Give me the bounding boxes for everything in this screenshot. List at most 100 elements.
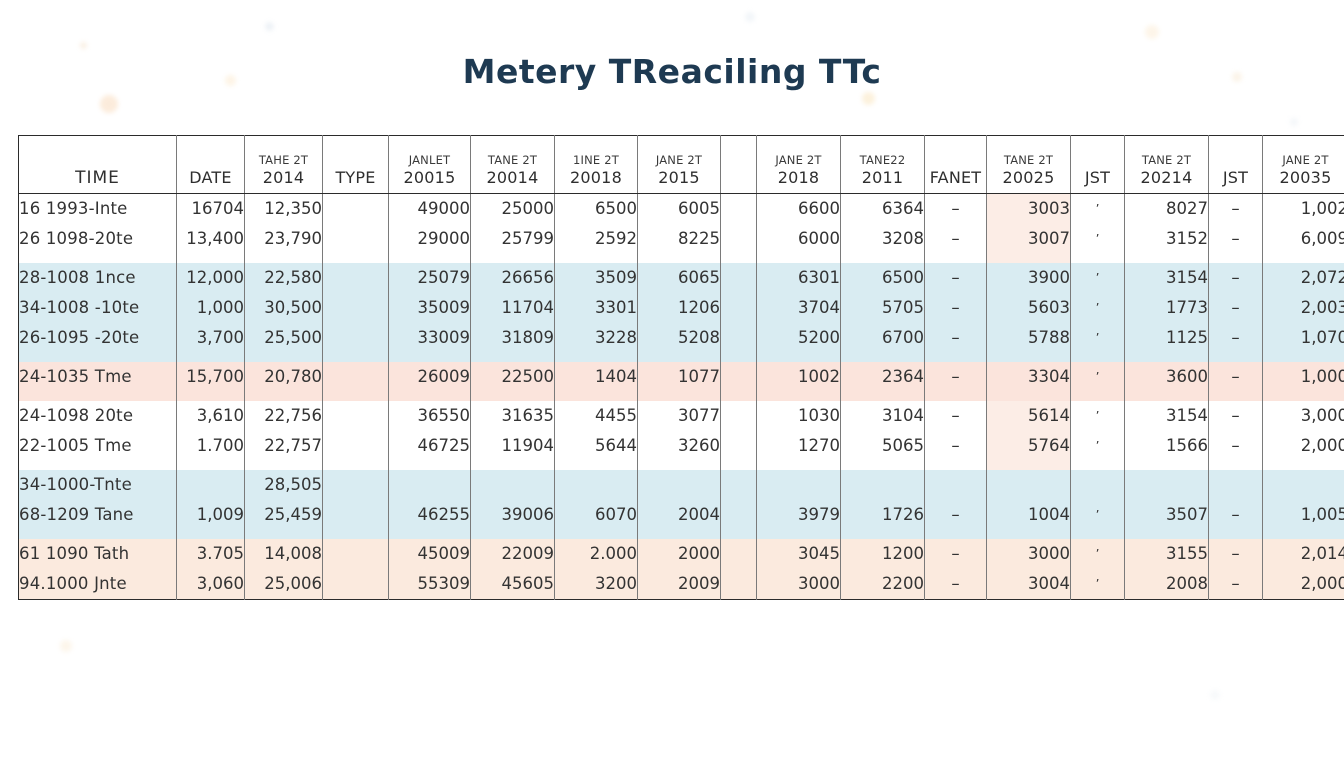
table-cell: – — [1208, 401, 1263, 431]
column-header-2011[interactable]: TANE22 2011 — [840, 135, 925, 194]
table-cell: 25,500 — [244, 323, 323, 353]
column-header-20018[interactable]: 1INE 2T 20018 — [554, 135, 638, 194]
table-cell: 6,009 — [1262, 224, 1344, 254]
spacer-cell — [1208, 530, 1263, 539]
spacer-cell — [554, 254, 638, 263]
column-header-top-label: JANE 2T — [775, 152, 822, 167]
table-cell: 5644 — [554, 431, 638, 461]
table-row[interactable]: 22-1005 Tme 1.700 22,757 46725 11904 5644 3260… — [18, 431, 1344, 461]
column-header-jst[interactable]: JST — [1070, 135, 1125, 194]
column-header-date[interactable]: DATE — [176, 135, 245, 194]
spacer-cell — [986, 530, 1071, 539]
table-cell: 3.705 — [176, 539, 245, 569]
spacer-cell — [1124, 530, 1209, 539]
table-cell: 3228 — [554, 323, 638, 353]
table-cell — [322, 193, 389, 224]
column-header-label: 2014 — [262, 167, 305, 187]
spacer-cell — [637, 392, 721, 401]
table-cell: 23,790 — [244, 224, 323, 254]
table-row[interactable]: 26-1095 -20te 3,700 25,500 33009 31809 3228 52… — [18, 323, 1344, 353]
page-root: Metery TReaciling TTc TIME DATE TAHE 2T 201… — [0, 0, 1344, 768]
table-cell: 5065 — [840, 431, 925, 461]
spacer-cell — [1124, 254, 1209, 263]
table-row[interactable]: 16 1993-Inte 16704 12,350 49000 25000 6500 600… — [18, 193, 1344, 224]
spacer-cell — [1124, 353, 1209, 362]
table-cell — [720, 293, 757, 323]
table-row[interactable]: 28-1008 1nce 12,000 22,580 25079 26656 3509 60… — [18, 263, 1344, 293]
table-cell: 6070 — [554, 500, 638, 530]
column-header-20025[interactable]: TANE 2T 20025 — [986, 135, 1071, 194]
table-cell — [1262, 470, 1344, 500]
table-cell — [720, 401, 757, 431]
column-header-20015[interactable]: JANLET 20015 — [388, 135, 471, 194]
table-row[interactable]: 26 1098-20te 13,400 23,790 29000 25799 2592 82… — [18, 224, 1344, 254]
column-header-2014[interactable]: TAHE 2T 2014 — [244, 135, 323, 194]
table-cell: 1125 — [1124, 323, 1209, 353]
column-header-top-label: TANE 2T — [1141, 152, 1192, 167]
table-cell: 3260 — [637, 431, 721, 461]
column-header-20014[interactable]: TANE 2T 20014 — [470, 135, 555, 194]
table-cell: – — [924, 323, 987, 353]
table-row[interactable]: 24-1098 20te 3,610 22,756 36550 31635 4455 307… — [18, 401, 1344, 431]
table-row[interactable]: 34-1008 -10te 1,000 30,500 35009 11704 3301 12… — [18, 293, 1344, 323]
column-header-top-label: TAHE 2T — [258, 152, 309, 167]
spacer-cell — [1262, 392, 1344, 401]
spacer-cell — [637, 530, 721, 539]
table-cell: 5764 — [986, 431, 1071, 461]
table-cell: 5603 — [986, 293, 1071, 323]
table-cell — [720, 193, 757, 224]
table-row[interactable]: 94.1000 Jnte 3,060 25,006 55309 45605 3200 200… — [18, 569, 1344, 600]
table-cell: 1773 — [1124, 293, 1209, 323]
spacer-cell — [924, 392, 987, 401]
spacer-cell — [986, 353, 1071, 362]
spacer-cell — [1070, 530, 1125, 539]
table-row[interactable]: 34-1000-Tnte 28,505 — [18, 470, 1344, 500]
table-cell: – — [1208, 431, 1263, 461]
table-row[interactable]: 61 1090 Tath 3.705 14,008 45009 22009 2.000 20… — [18, 539, 1344, 569]
spacer-cell — [470, 461, 555, 470]
column-header-label: 20035 — [1279, 167, 1332, 187]
column-header-label: 20025 — [1002, 167, 1055, 187]
table-header-row: TIME DATE TAHE 2T 2014 TYPE JANLET 20015 TANE 2… — [18, 135, 1344, 194]
table-cell: 3000 — [756, 569, 841, 600]
spacer-cell — [637, 254, 721, 263]
table-row[interactable]: 24-1035 Tme 15,700 20,780 26009 22500 1404 107… — [18, 362, 1344, 392]
spacer-cell — [1070, 254, 1125, 263]
row-group-spacer — [18, 353, 1344, 362]
table-cell: 36550 — [388, 401, 471, 431]
column-header-20035[interactable]: JANE 2T 20035 — [1262, 135, 1344, 194]
table-cell: 6005 — [637, 193, 721, 224]
table-cell: 4455 — [554, 401, 638, 431]
spacer-cell — [840, 353, 925, 362]
table-cell: 11904 — [470, 431, 555, 461]
table-cell: 3104 — [840, 401, 925, 431]
table-cell: 3,060 — [176, 569, 245, 600]
table-cell: 6700 — [840, 323, 925, 353]
column-header-blank-8[interactable] — [720, 135, 757, 194]
table-cell — [322, 263, 389, 293]
column-header-20214[interactable]: TANE 2T 20214 — [1124, 135, 1209, 194]
column-header-time[interactable]: TIME — [18, 135, 177, 194]
table-cell: 6065 — [637, 263, 721, 293]
column-header-2018[interactable]: JANE 2T 2018 — [756, 135, 841, 194]
table-cell: 11704 — [470, 293, 555, 323]
spacer-cell — [756, 461, 841, 470]
table-cell: 3509 — [554, 263, 638, 293]
table-row[interactable]: 68-1209 Tane 1,009 25,459 46255 39006 6070 200… — [18, 500, 1344, 530]
column-header-2015[interactable]: JANE 2T 2015 — [637, 135, 721, 194]
table-cell: ’ — [1070, 263, 1125, 293]
table-cell: 30,500 — [244, 293, 323, 323]
table-cell: 1077 — [637, 362, 721, 392]
table-cell: 29000 — [388, 224, 471, 254]
column-header-jst[interactable]: JST — [1208, 135, 1263, 194]
table-cell: 3,610 — [176, 401, 245, 431]
spacer-cell — [554, 461, 638, 470]
table-cell: 3004 — [986, 569, 1071, 600]
table-cell: – — [924, 193, 987, 224]
spacer-cell — [554, 353, 638, 362]
column-header-fanet[interactable]: FANET — [924, 135, 987, 194]
spacer-cell — [244, 392, 323, 401]
table-cell: 12,000 — [176, 263, 245, 293]
column-header-type[interactable]: TYPE — [322, 135, 389, 194]
table-cell: 2,000 — [1262, 431, 1344, 461]
